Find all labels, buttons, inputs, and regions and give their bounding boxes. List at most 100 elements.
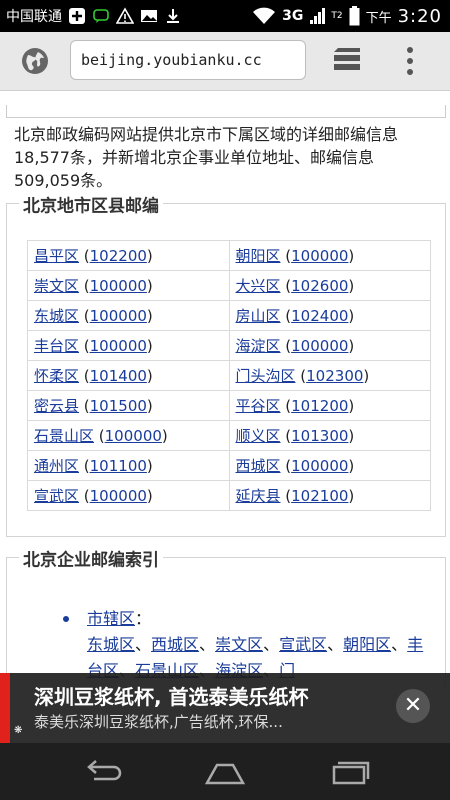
table-cell: 密云县 (101500) bbox=[27, 390, 230, 421]
ad-title[interactable]: 深圳豆浆纸杯, 首选泰美乐纸杯 bbox=[34, 681, 309, 710]
district-link[interactable]: 宣武区 bbox=[34, 487, 79, 505]
wifi-icon bbox=[253, 7, 276, 24]
carrier-name: 中国联通 bbox=[6, 9, 62, 25]
status-bar: 中国联通 3G T2 下午 3:20 bbox=[0, 0, 450, 32]
index-link-shixiaqu[interactable]: 市辖区 bbox=[87, 609, 135, 628]
url-field[interactable]: beijing.youbianku.cc bbox=[70, 40, 306, 80]
index-sublink[interactable]: 西城区 bbox=[151, 635, 199, 654]
zipcode-link[interactable]: 101500 bbox=[90, 397, 147, 415]
network-type: 3G bbox=[282, 8, 304, 24]
zipcode-link[interactable]: 102300 bbox=[306, 367, 363, 385]
sim-indicator: T2 bbox=[331, 11, 343, 21]
table-cell: 朝阳区 (100000) bbox=[228, 240, 431, 271]
zipcode-link[interactable]: 102600 bbox=[291, 277, 348, 295]
table-row: 丰台区 (100000) 海淀区 (100000) bbox=[27, 330, 431, 361]
clock: 3:20 bbox=[397, 5, 442, 27]
zipcode-link[interactable]: 100000 bbox=[291, 337, 348, 355]
index-sublink[interactable]: 崇文区 bbox=[215, 635, 263, 654]
intro-text: 北京邮政编码网站提供北京市下属区域的详细邮编信息18,577条，并新增北京企事业… bbox=[14, 125, 399, 190]
table-cell: 怀柔区 (101400) bbox=[27, 360, 230, 391]
table-cell: 宣武区 (100000) bbox=[27, 480, 230, 511]
table-cell: 昌平区 (102200) bbox=[27, 240, 230, 271]
back-icon[interactable] bbox=[80, 757, 124, 787]
web-content: 北京邮政编码网站提供北京市下属区域的详细邮编信息18,577条，并新增北京企事业… bbox=[0, 91, 450, 691]
district-link[interactable]: 西城区 bbox=[236, 457, 281, 475]
table-row: 东城区 (100000) 房山区 (102400) bbox=[27, 300, 431, 331]
table-cell: 延庆县 (102100) bbox=[228, 480, 431, 511]
zipcode-link[interactable]: 102100 bbox=[291, 487, 348, 505]
zipcode-link[interactable]: 100000 bbox=[90, 487, 147, 505]
district-link[interactable]: 大兴区 bbox=[236, 277, 281, 295]
table-cell: 房山区 (102400) bbox=[228, 300, 431, 331]
zipcode-link[interactable]: 101400 bbox=[90, 367, 147, 385]
index-sublink[interactable]: 东城区 bbox=[87, 635, 135, 654]
signal-icon bbox=[310, 8, 326, 24]
index-sublink[interactable]: 朝阳区 bbox=[343, 635, 391, 654]
image-icon bbox=[141, 10, 157, 22]
index-title: 北京企业邮编索引 bbox=[19, 545, 163, 571]
zipcode-link[interactable]: 100000 bbox=[90, 337, 147, 355]
table-row: 通州区 (101100) 西城区 (100000) bbox=[27, 450, 431, 481]
district-link[interactable]: 怀柔区 bbox=[34, 367, 79, 385]
tabs-icon[interactable] bbox=[330, 46, 364, 76]
home-icon[interactable] bbox=[203, 757, 247, 787]
table-cell: 崇文区 (100000) bbox=[27, 270, 230, 301]
district-link[interactable]: 海淀区 bbox=[236, 337, 281, 355]
zipcode-link[interactable]: 100000 bbox=[291, 247, 348, 265]
district-link[interactable]: 密云县 bbox=[34, 397, 79, 415]
district-link[interactable]: 门头沟区 bbox=[236, 367, 296, 385]
ad-subtitle[interactable]: 泰美乐深圳豆浆纸杯,广告纸杯,环保... bbox=[34, 711, 283, 732]
district-link[interactable]: 东城区 bbox=[34, 307, 79, 325]
district-link[interactable]: 通州区 bbox=[34, 457, 79, 475]
warning-icon bbox=[116, 7, 134, 24]
chat-notification-icon bbox=[93, 9, 109, 23]
browser-toolbar: beijing.youbianku.cc bbox=[0, 32, 450, 91]
district-link[interactable]: 朝阳区 bbox=[236, 247, 281, 265]
zipcode-link[interactable]: 100000 bbox=[90, 307, 147, 325]
zipcode-link[interactable]: 102200 bbox=[90, 247, 147, 265]
recent-apps-icon[interactable] bbox=[328, 757, 372, 787]
district-link[interactable]: 崇文区 bbox=[34, 277, 79, 295]
table-cell: 顺义区 (101300) bbox=[228, 420, 431, 451]
district-link[interactable]: 房山区 bbox=[236, 307, 281, 325]
close-icon[interactable]: ✕ bbox=[396, 689, 430, 723]
top-divider bbox=[6, 105, 446, 118]
district-box: 北京地市区县邮编 昌平区 (102200) 朝阳区 (100000) 崇文区 (10… bbox=[6, 191, 446, 537]
add-notification-icon bbox=[69, 8, 85, 24]
district-link[interactable]: 平谷区 bbox=[236, 397, 281, 415]
zipcode-link[interactable]: 101300 bbox=[291, 427, 348, 445]
table-cell: 大兴区 (102600) bbox=[228, 270, 431, 301]
ad-banner[interactable]: 深圳豆浆纸杯, 首选泰美乐纸杯 泰美乐深圳豆浆纸杯,广告纸杯,环保... ❋ ✕ bbox=[0, 673, 450, 743]
district-link[interactable]: 石景山区 bbox=[34, 427, 94, 445]
table-row: 怀柔区 (101400) 门头沟区 (102300) bbox=[27, 360, 431, 391]
table-row: 崇文区 (100000) 大兴区 (102600) bbox=[27, 270, 431, 301]
globe-icon[interactable] bbox=[20, 46, 50, 76]
bullet bbox=[63, 616, 69, 622]
overflow-menu-icon[interactable] bbox=[400, 44, 420, 78]
table-row: 石景山区 (100000) 顺义区 (101300) bbox=[27, 420, 431, 451]
table-row: 宣武区 (100000) 延庆县 (102100) bbox=[27, 480, 431, 511]
district-link[interactable]: 丰台区 bbox=[34, 337, 79, 355]
district-link[interactable]: 昌平区 bbox=[34, 247, 79, 265]
battery-icon bbox=[349, 6, 360, 26]
zipcode-link[interactable]: 101200 bbox=[291, 397, 348, 415]
table-row: 昌平区 (102200) 朝阳区 (100000) bbox=[27, 240, 431, 271]
download-icon bbox=[167, 9, 179, 23]
district-link[interactable]: 顺义区 bbox=[236, 427, 281, 445]
zipcode-link[interactable]: 102400 bbox=[291, 307, 348, 325]
ad-accent-bar bbox=[0, 673, 10, 743]
district-title: 北京地市区县邮编 bbox=[19, 191, 163, 217]
table-cell: 海淀区 (100000) bbox=[228, 330, 431, 361]
district-table: 昌平区 (102200) 朝阳区 (100000) 崇文区 (100000) 大兴区 … bbox=[27, 240, 431, 511]
table-row: 密云县 (101500) 平谷区 (101200) bbox=[27, 390, 431, 421]
table-cell: 东城区 (100000) bbox=[27, 300, 230, 331]
zipcode-link[interactable]: 100000 bbox=[90, 277, 147, 295]
zipcode-link[interactable]: 100000 bbox=[105, 427, 162, 445]
index-sublink[interactable]: 宣武区 bbox=[279, 635, 327, 654]
zipcode-link[interactable]: 101100 bbox=[90, 457, 147, 475]
table-cell: 丰台区 (100000) bbox=[27, 330, 230, 361]
zipcode-link[interactable]: 100000 bbox=[291, 457, 348, 475]
table-cell: 石景山区 (100000) bbox=[27, 420, 230, 451]
index-box: 北京企业邮编索引 市辖区： 东城区、西城区、崇文区、宣武区、朝阳区、丰台区、石景… bbox=[6, 545, 446, 691]
district-link[interactable]: 延庆县 bbox=[236, 487, 281, 505]
